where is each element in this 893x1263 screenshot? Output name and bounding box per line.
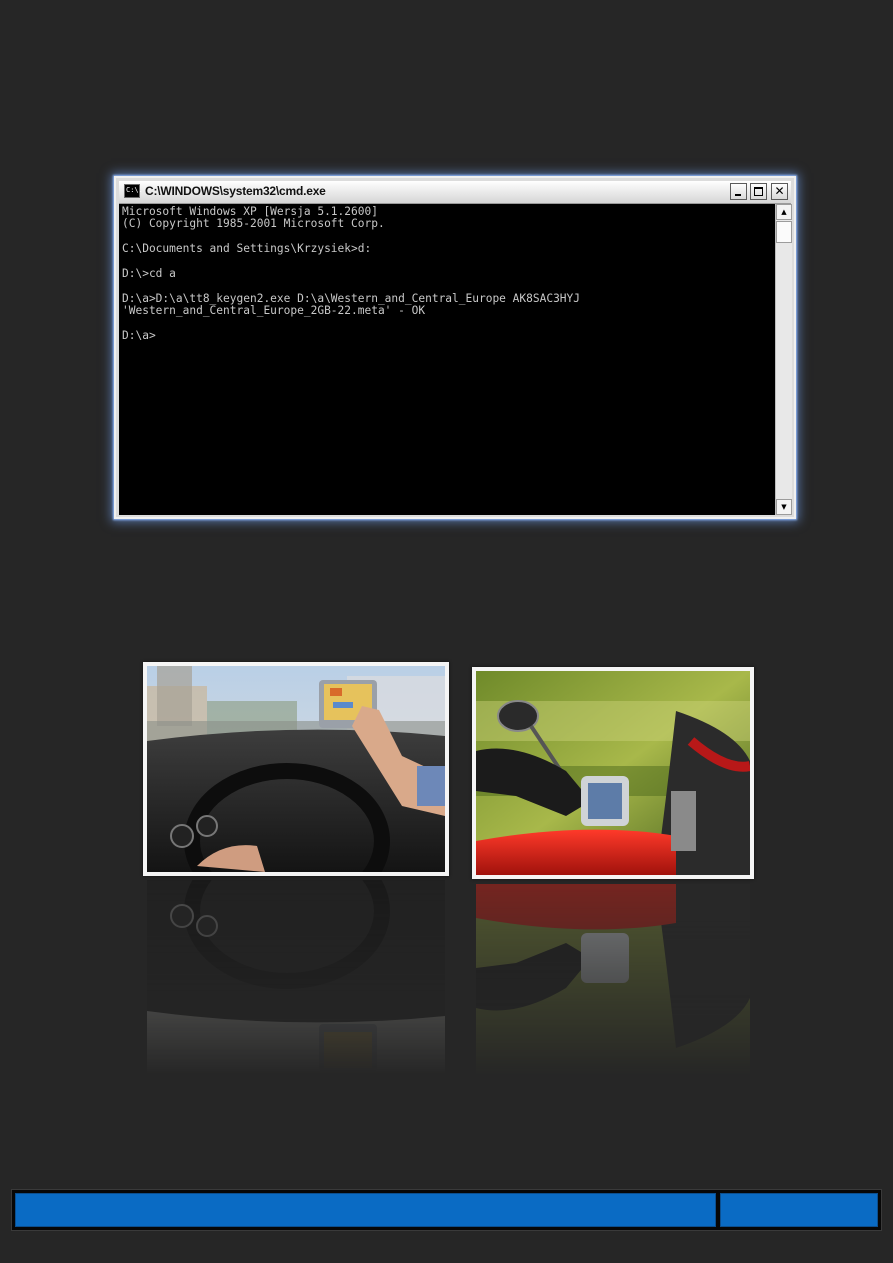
- motorcycle-photo-reflection: [476, 884, 750, 1088]
- minimize-button[interactable]: [730, 183, 747, 200]
- console-line: (C) Copyright 1985-2001 Microsoft Corp.: [122, 217, 385, 231]
- vertical-scrollbar[interactable]: ▲ ▼: [775, 204, 792, 515]
- scroll-down-icon[interactable]: ▼: [776, 499, 792, 515]
- motorcycle-reflection-image: [476, 884, 750, 1088]
- close-button[interactable]: ✕: [771, 183, 788, 200]
- car-photo-reflection: [147, 880, 445, 1086]
- title-bar[interactable]: C:\. C:\WINDOWS\system32\cmd.exe ✕: [119, 181, 791, 204]
- console-line: 'Western_and_Central_Europe_2GB-22.meta'…: [122, 304, 426, 318]
- scroll-thumb[interactable]: [776, 221, 792, 243]
- console-output[interactable]: Microsoft Windows XP [Wersja 5.1.2600] (…: [119, 204, 775, 515]
- console-line: Microsoft Windows XP [Wersja 5.1.2600]: [122, 205, 378, 218]
- footer-bar: [11, 1189, 882, 1231]
- cmd-icon[interactable]: C:\.: [124, 184, 143, 198]
- console-text: Microsoft Windows XP [Wersja 5.1.2600] (…: [119, 204, 775, 342]
- console-line: C:\Documents and Settings\Krzysiek>d:: [122, 242, 372, 256]
- scroll-up-icon[interactable]: ▲: [776, 204, 792, 220]
- motorcycle-gps-image: [476, 671, 750, 875]
- window-title: C:\WINDOWS\system32\cmd.exe: [145, 184, 326, 198]
- car-gps-image: [147, 666, 445, 872]
- car-gps-photo: [143, 662, 449, 876]
- console-line: D:\>cd a: [122, 267, 176, 281]
- car-reflection-image: [147, 880, 445, 1086]
- cmd-window: C:\. C:\WINDOWS\system32\cmd.exe ✕ Micro…: [114, 176, 796, 519]
- maximize-button[interactable]: [750, 183, 767, 200]
- motorcycle-gps-photo: [472, 667, 754, 879]
- console-line: D:\a>D:\a\tt8_keygen2.exe D:\a\Western_a…: [122, 291, 581, 305]
- console-line: D:\a>: [122, 329, 156, 343]
- footer-side-panel: [720, 1193, 878, 1227]
- footer-main-panel: [15, 1193, 716, 1227]
